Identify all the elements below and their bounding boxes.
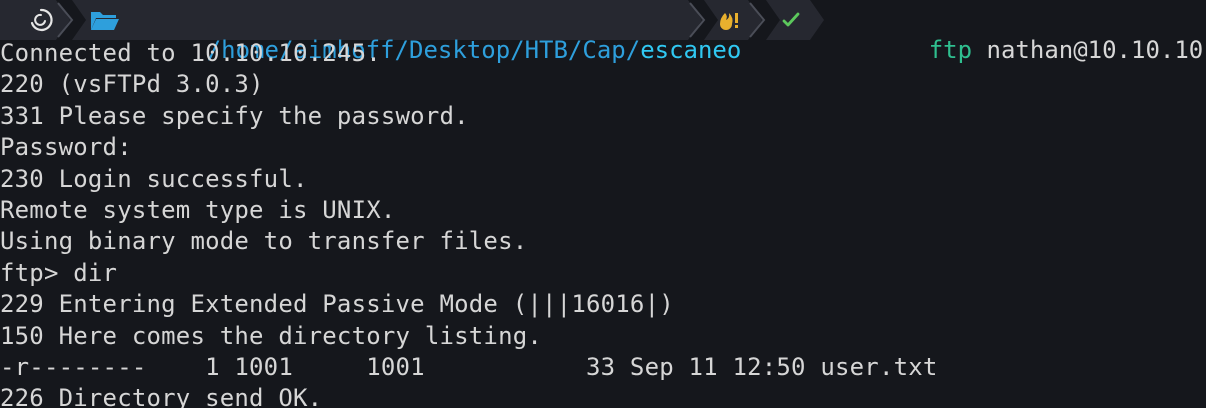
output-line: Connected to 10.10.10.245. xyxy=(0,39,381,67)
output-line: 229 Entering Extended Passive Mode (|||1… xyxy=(0,290,674,319)
output-line: 226 Directory send OK. xyxy=(0,384,323,408)
output-line: Password: xyxy=(0,133,132,162)
output-line: 220 (vsFTPd 3.0.3) xyxy=(0,70,264,99)
check-icon xyxy=(781,10,801,30)
output-line: -r-------- 1 1001 1001 33 Sep 11 12:50 u… xyxy=(0,352,938,381)
folder-open-icon xyxy=(90,9,120,31)
terminal-window[interactable]: /home/aimhoff/Desktop/HTB/Cap/escaneo ft… xyxy=(0,0,1206,408)
output-line: 331 Please specify the password. xyxy=(0,101,469,130)
prompt-bar: /home/aimhoff/Desktop/HTB/Cap/escaneo ft… xyxy=(0,0,1206,64)
debian-swirl-icon xyxy=(28,7,54,33)
output-line: 150 Here comes the directory listing. xyxy=(0,321,543,350)
terminal-output: Connected to 10.10.10.245. 220 (vsFTPd 3… xyxy=(0,38,1206,408)
output-line: Remote system type is UNIX. xyxy=(0,195,396,224)
output-line: Using binary mode to transfer files. xyxy=(0,227,528,256)
lock-fire-icon xyxy=(718,9,744,31)
output-line: ftp> dir xyxy=(0,258,118,287)
output-line: 230 Login successful. xyxy=(0,164,308,193)
